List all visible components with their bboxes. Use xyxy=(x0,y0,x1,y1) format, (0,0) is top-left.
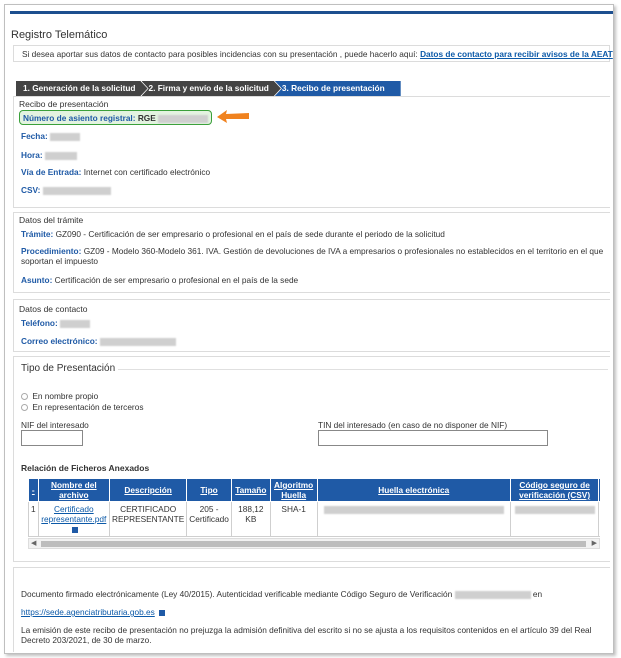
scroll-thumb[interactable] xyxy=(41,541,586,547)
tramite-row: Trámite: GZ090 - Certificación de ser em… xyxy=(21,229,445,239)
asiento-label: Número de asiento registral: xyxy=(23,113,136,123)
option-terceros[interactable]: En representación de terceros xyxy=(21,402,143,412)
col-nombre[interactable]: Nombre del archivo xyxy=(37,478,111,502)
col-extra: - xyxy=(598,478,600,502)
csv-row: CSV: xyxy=(21,185,111,195)
step-firma[interactable]: 2. Firma y envío de la solicitud xyxy=(142,81,281,96)
tin-input[interactable] xyxy=(318,430,548,446)
procedimiento-row: Procedimiento: GZ09 - Modelo 360-Modelo … xyxy=(21,246,606,266)
telefono-redacted xyxy=(60,319,91,328)
file-link[interactable]: Certificado representante.pdf xyxy=(41,504,106,524)
recibo-title: Recibo de presentación xyxy=(19,99,109,109)
table-row: 1 Certificado representante.pdf CERTIFIC… xyxy=(28,501,600,537)
scroll-left-icon[interactable]: ◀ xyxy=(31,539,36,549)
firma-csv-redacted xyxy=(454,590,531,599)
nif-label: NIF del interesado xyxy=(21,420,89,430)
correo-label: Correo electrónico: xyxy=(21,336,98,346)
hora-label: Hora: xyxy=(21,150,43,160)
procedimiento-label: Procedimiento: xyxy=(21,246,82,256)
option-terceros-label: En representación de terceros xyxy=(32,402,144,412)
notice-text: Si desea aportar sus datos de contacto p… xyxy=(22,49,418,59)
asiento-prefix: RGE xyxy=(137,113,156,123)
hora-redacted xyxy=(44,151,77,160)
disclaimer: La emisión de este recibo de presentació… xyxy=(21,625,592,645)
correo-redacted xyxy=(99,337,176,346)
nif-input[interactable] xyxy=(21,430,83,446)
asunto-label: Asunto: xyxy=(21,275,53,285)
radio-propio[interactable] xyxy=(21,393,28,401)
fecha-label: Fecha: xyxy=(21,131,48,141)
col-csv[interactable]: Código seguro de verificación (CSV) xyxy=(509,478,600,502)
step-generacion[interactable]: 1. Generación de la solicitud xyxy=(16,81,148,96)
cell-tipo: 205 - Certificado xyxy=(186,501,232,537)
firma-text: Documento firmado electrónicamente (Ley … xyxy=(21,589,453,599)
contact-data-link[interactable]: Datos de contacto para recibir avisos de… xyxy=(420,49,613,59)
tramite-label: Trámite: xyxy=(21,229,54,239)
radio-terceros[interactable] xyxy=(21,404,28,412)
asunto-row: Asunto: Certificación de ser empresario … xyxy=(21,275,298,285)
table-header-row: - Nombre del archivo Descripción Tipo Ta… xyxy=(28,478,600,502)
cell-csv xyxy=(509,501,600,537)
hora-row: Hora: xyxy=(21,150,77,160)
cell-tamano: 188,12 KB xyxy=(230,501,271,537)
col-descripcion[interactable]: Descripción xyxy=(109,478,188,502)
cell-huella xyxy=(316,501,511,537)
cell-index: 1 xyxy=(28,501,39,537)
scroll-right-icon[interactable]: ▶ xyxy=(592,539,597,549)
col-tamano[interactable]: Tamaño xyxy=(230,478,271,502)
col-index: - xyxy=(28,478,39,502)
sede-row: https://sede.agenciatributaria.gob.es xyxy=(21,607,166,617)
asiento-redacted xyxy=(158,114,209,123)
step-recibo[interactable]: 3. Recibo de presentación xyxy=(274,81,401,96)
correo-row: Correo electrónico: xyxy=(21,336,176,346)
section-divider xyxy=(118,369,608,370)
asunto-value: Certificación de ser empresario o profes… xyxy=(54,275,299,285)
page-title: Registro Telemático xyxy=(11,29,108,41)
tin-label: TIN del interesado (en caso de no dispon… xyxy=(318,420,508,430)
option-propio-label: En nombre propio xyxy=(32,391,99,401)
contact-notice: Si desea aportar sus datos de contacto p… xyxy=(13,45,613,62)
wizard-steps: 1. Generación de la solicitud 2. Firma y… xyxy=(16,81,401,96)
asiento-registral-box: Número de asiento registral: RGE xyxy=(19,110,212,125)
option-propio[interactable]: En nombre propio xyxy=(21,391,98,401)
presentacion-title: Tipo de Presentación xyxy=(21,363,116,374)
csv-label: CSV: xyxy=(21,185,41,195)
col-algoritmo[interactable]: Algoritmo Huella xyxy=(269,478,318,502)
contacto-title: Datos de contacto xyxy=(19,304,88,314)
procedimiento-value: GZ09 - Modelo 360-Modelo 361. IVA. Gesti… xyxy=(21,246,604,266)
telefono-label: Teléfono: xyxy=(21,318,58,328)
via-label: Vía de Entrada: xyxy=(21,167,82,177)
sede-external-link-icon[interactable] xyxy=(159,609,166,616)
top-accent-bar xyxy=(10,11,613,14)
ficheros-table-wrapper: - Nombre del archivo Descripción Tipo Ta… xyxy=(28,478,600,537)
via-row: Vía de Entrada: Internet con certificado… xyxy=(21,167,210,177)
cell-extra xyxy=(598,501,600,537)
ficheros-table: - Nombre del archivo Descripción Tipo Ta… xyxy=(28,478,600,537)
table-scrollbar[interactable]: ◀ ▶ xyxy=(28,538,600,549)
tramite-title: Datos del trámite xyxy=(19,215,84,225)
cell-descripcion: CERTIFICADO REPRESENTANTE xyxy=(109,501,188,537)
csv-redacted xyxy=(42,186,111,195)
via-value: Internet con certificado electrónico xyxy=(83,167,211,177)
col-tipo[interactable]: Tipo xyxy=(186,478,232,502)
col-huella[interactable]: Huella electrónica xyxy=(316,478,511,502)
firma-row: Documento firmado electrónicamente (Ley … xyxy=(21,589,542,599)
csv-file-redacted xyxy=(514,505,595,514)
tramite-value: GZ090 - Certificación de ser empresario … xyxy=(55,229,445,239)
external-link-icon[interactable] xyxy=(71,526,78,533)
ficheros-title: Relación de Ficheros Anexados xyxy=(21,463,150,473)
firma-suffix: en xyxy=(532,589,543,599)
fecha-row: Fecha: xyxy=(21,131,81,141)
cell-nombre: Certificado representante.pdf xyxy=(37,501,111,537)
cell-algoritmo: SHA-1 xyxy=(269,501,318,537)
telefono-row: Teléfono: xyxy=(21,318,91,328)
huella-redacted xyxy=(323,505,504,514)
sede-link[interactable]: https://sede.agenciatributaria.gob.es xyxy=(21,607,155,617)
highlight-arrow-icon xyxy=(217,110,249,123)
fecha-redacted xyxy=(50,132,81,141)
